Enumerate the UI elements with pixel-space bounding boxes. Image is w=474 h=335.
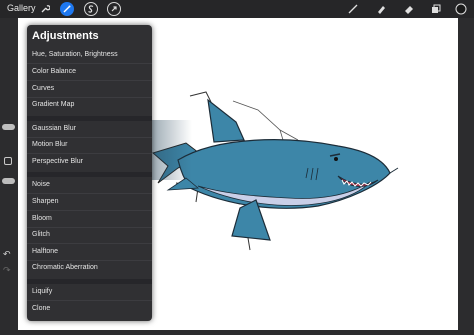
menu-item-bloom[interactable]: Bloom [27, 211, 152, 227]
menu-item-perspective-blur[interactable]: Perspective Blur [27, 154, 152, 170]
menu-item-clone[interactable]: Clone [27, 301, 152, 317]
menu-item-noise[interactable]: Noise [27, 177, 152, 193]
menu-item-halftone[interactable]: Halftone [27, 244, 152, 260]
menu-item-chromatic-aberration[interactable]: Chromatic Aberration [27, 260, 152, 276]
menu-item-glitch[interactable]: Glitch [27, 227, 152, 243]
transform-arrow-icon[interactable] [107, 2, 121, 16]
modify-button[interactable] [4, 157, 12, 165]
menu-item-color-balance[interactable]: Color Balance [27, 64, 152, 80]
left-sidebar: ↶ ↷ [0, 18, 18, 330]
layers-icon[interactable] [429, 2, 443, 16]
selection-s-icon[interactable] [84, 2, 98, 16]
top-toolbar: Gallery [0, 0, 474, 18]
opacity-slider[interactable] [2, 178, 15, 184]
menu-item-hue-saturation-brightness[interactable]: Hue, Saturation, Brightness [27, 47, 152, 63]
menu-item-motion-blur[interactable]: Motion Blur [27, 137, 152, 153]
gallery-button[interactable]: Gallery [7, 3, 36, 13]
brush-size-slider[interactable] [2, 124, 15, 130]
right-sidebar [458, 18, 474, 330]
brush-icon[interactable] [346, 2, 360, 16]
menu-item-liquify[interactable]: Liquify [27, 284, 152, 300]
popover-shadow [152, 120, 192, 180]
undo-icon[interactable]: ↶ [3, 249, 11, 260]
wrench-icon[interactable] [38, 2, 52, 16]
adjustments-wand-icon[interactable] [60, 2, 74, 16]
smudge-icon[interactable] [374, 2, 388, 16]
color-swatch-icon[interactable] [454, 2, 468, 16]
menu-item-gradient-map[interactable]: Gradient Map [27, 97, 152, 113]
menu-item-sharpen[interactable]: Sharpen [27, 194, 152, 210]
redo-icon[interactable]: ↷ [3, 265, 11, 276]
menu-item-curves[interactable]: Curves [27, 81, 152, 97]
adjustments-title: Adjustments [32, 30, 99, 42]
menu-item-gaussian-blur[interactable]: Gaussian Blur [27, 121, 152, 137]
adjustments-menu: Adjustments Hue, Saturation, Brightness … [27, 25, 152, 321]
home-indicator[interactable] [174, 323, 300, 327]
eraser-icon[interactable] [402, 2, 416, 16]
